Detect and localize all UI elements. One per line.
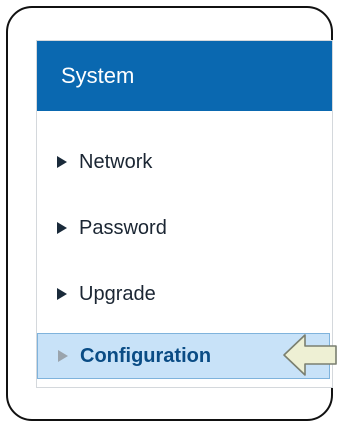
panel-header: System (37, 41, 332, 111)
triangle-right-icon (57, 156, 67, 168)
menu-item-upgrade[interactable]: Upgrade (37, 271, 332, 317)
menu-item-label: Password (79, 216, 167, 239)
menu-item-label: Upgrade (79, 282, 156, 305)
triangle-right-icon (58, 350, 68, 362)
triangle-right-icon (57, 288, 67, 300)
menu-item-label: Configuration (80, 344, 212, 367)
menu-item-label: Network (79, 150, 153, 173)
menu-item-password[interactable]: Password (37, 205, 332, 251)
menu-item-network[interactable]: Network (37, 139, 332, 185)
triangle-right-icon (57, 222, 67, 234)
panel-title: System (61, 63, 135, 88)
left-arrow-icon (283, 334, 337, 376)
